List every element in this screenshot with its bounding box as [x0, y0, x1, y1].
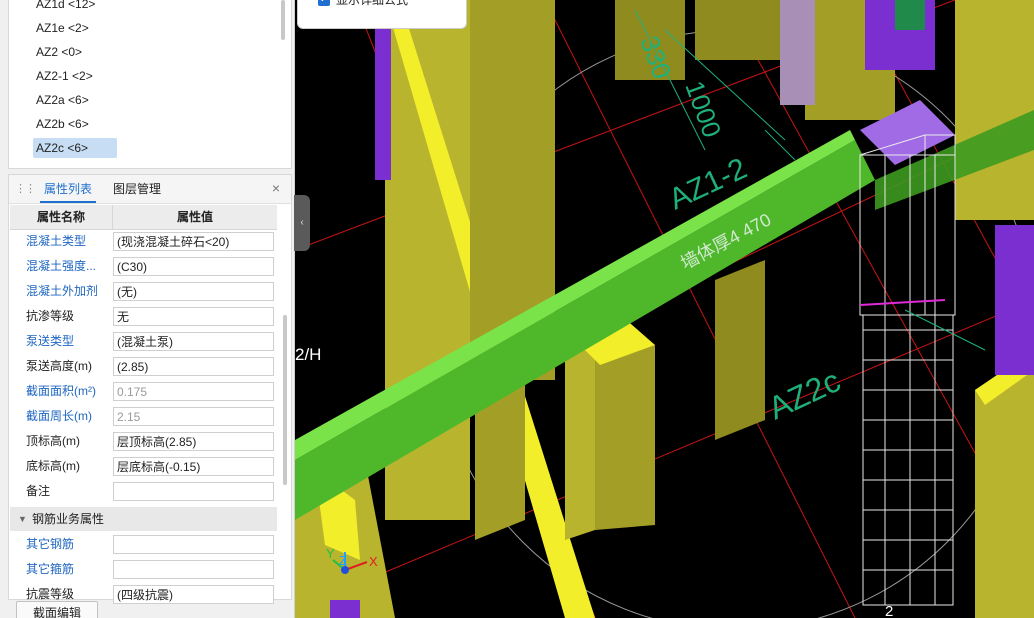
property-row: 泵送类型 (混凝土泵): [10, 329, 277, 354]
property-panel: ⋮⋮ 属性列表 图层管理 × 属性名称 属性值 混凝土类型 (现浇混凝土碎石<20…: [8, 174, 292, 604]
component-list-item[interactable]: AZ2a <6>: [33, 90, 92, 110]
property-value-field[interactable]: (四级抗震): [113, 585, 274, 604]
column-header-value: 属性值: [176, 210, 213, 224]
column-header-name: 属性名称: [10, 205, 113, 229]
property-name: 混凝土外加剂: [26, 284, 99, 298]
property-grid-header: 属性名称 属性值: [10, 205, 277, 230]
property-row: 混凝土类型 (现浇混凝土碎石<20): [10, 229, 277, 254]
property-value-field[interactable]: [113, 482, 274, 501]
property-row: 备注: [10, 479, 277, 504]
property-value-field[interactable]: 层顶标高(2.85): [113, 432, 274, 451]
property-row: 截面周长(m) 2.15: [10, 404, 277, 429]
component-list-scrollbar[interactable]: [281, 0, 285, 40]
yellow-walls: [295, 0, 1034, 618]
property-row: 其它箍筋: [10, 557, 277, 582]
property-value-field[interactable]: [113, 535, 274, 554]
property-value-field[interactable]: (混凝土泵): [113, 332, 274, 351]
property-row: 其它钢筋: [10, 532, 277, 557]
group-label: 钢筋业务属性: [32, 512, 105, 526]
3d-viewport[interactable]: AZ1-2 AZ2c 1000 330 墙体厚4 470 2/H 2 X Z Y: [295, 0, 1034, 618]
component-list-item[interactable]: AZ2b <6>: [33, 114, 92, 134]
property-row: 混凝土强度... (C30): [10, 254, 277, 279]
property-name: 截面面积(m²): [26, 384, 96, 398]
property-row: 顶标高(m) 层顶标高(2.85): [10, 429, 277, 454]
axis-y-label: Y: [326, 546, 335, 561]
magenta-edge: [859, 299, 946, 306]
component-list-item[interactable]: AZ2 <0>: [33, 42, 85, 62]
group-rebar-properties[interactable]: ▼ 钢筋业务属性: [10, 507, 277, 531]
property-name: 泵送高度(m): [26, 359, 92, 373]
label-grid-2h: 2/H: [295, 345, 321, 364]
tab-property-list[interactable]: 属性列表: [40, 175, 97, 203]
label-dim-1000: 1000: [679, 77, 727, 142]
property-name: 混凝土强度...: [26, 259, 97, 273]
drag-grip-icon[interactable]: ⋮⋮: [15, 182, 36, 196]
show-formula-label: 显示详细公式: [336, 0, 409, 7]
property-value-field[interactable]: (无): [113, 282, 274, 301]
close-icon[interactable]: ×: [269, 181, 283, 195]
property-name: 其它箍筋: [26, 562, 75, 576]
property-row: 底标高(m) 层底标高(-0.15): [10, 454, 277, 479]
property-name: 底标高(m): [26, 459, 80, 473]
property-name: 其它钢筋: [26, 537, 75, 551]
property-tabbar: ⋮⋮ 属性列表 图层管理 ×: [9, 175, 291, 204]
axis-x-label: X: [369, 554, 378, 569]
property-name: 混凝土类型: [26, 234, 87, 248]
property-value-field[interactable]: (现浇混凝土碎石<20): [113, 232, 274, 251]
property-value-field: 2.15: [113, 407, 274, 426]
selected-column-wireframe: [859, 134, 956, 606]
property-row: 截面面积(m²) 0.175: [10, 379, 277, 404]
left-panel: AZ1d <12> AZ1e <2> AZ2 <0> AZ2-1 <2> AZ2a <6…: [0, 0, 295, 618]
caret-down-icon: ▼: [18, 514, 27, 524]
component-list[interactable]: AZ1d <12> AZ1e <2> AZ2 <0> AZ2-1 <2> AZ2a <6…: [8, 0, 292, 169]
show-formula-checkbox[interactable]: ✓: [318, 0, 330, 6]
label-az2c: AZ2c: [763, 362, 846, 426]
property-name: 截面周长(m): [26, 409, 92, 423]
collapse-panel-handle[interactable]: ‹: [294, 195, 310, 251]
component-list-item[interactable]: AZ1d <12>: [33, 0, 98, 14]
property-value-field[interactable]: (C30): [113, 257, 274, 276]
property-value-field[interactable]: 层底标高(-0.15): [113, 457, 274, 476]
section-edit-button[interactable]: 截面编辑: [16, 601, 98, 618]
property-value-field: 0.175: [113, 382, 274, 401]
property-name: 泵送类型: [26, 334, 75, 348]
property-row: 混凝土外加剂 (无): [10, 279, 277, 304]
tab-layer-management[interactable]: 图层管理: [109, 175, 165, 203]
label-grid-bottom: 2: [885, 603, 893, 618]
property-value-field[interactable]: (2.85): [113, 357, 274, 376]
property-name: 备注: [26, 484, 51, 498]
model-scene: AZ1-2 AZ2c 1000 330 墙体厚4 470 2/H 2 X Z Y: [295, 0, 1034, 618]
component-list-item[interactable]: AZ2c <6>: [33, 138, 117, 158]
axis-z-label: Z: [339, 553, 347, 568]
property-row: 抗渗等级 无: [10, 304, 277, 329]
formula-popup: ✓ 显示详细公式: [297, 0, 467, 29]
property-scrollbar[interactable]: [283, 315, 287, 485]
component-list-item[interactable]: AZ1e <2>: [33, 18, 92, 38]
property-row: 泵送高度(m) (2.85): [10, 354, 277, 379]
component-list-item[interactable]: AZ2-1 <2>: [33, 66, 96, 86]
property-name: 顶标高(m): [26, 434, 80, 448]
property-value-field[interactable]: [113, 560, 274, 579]
property-name: 抗渗等级: [26, 309, 75, 323]
property-value-field[interactable]: 无: [113, 307, 274, 326]
